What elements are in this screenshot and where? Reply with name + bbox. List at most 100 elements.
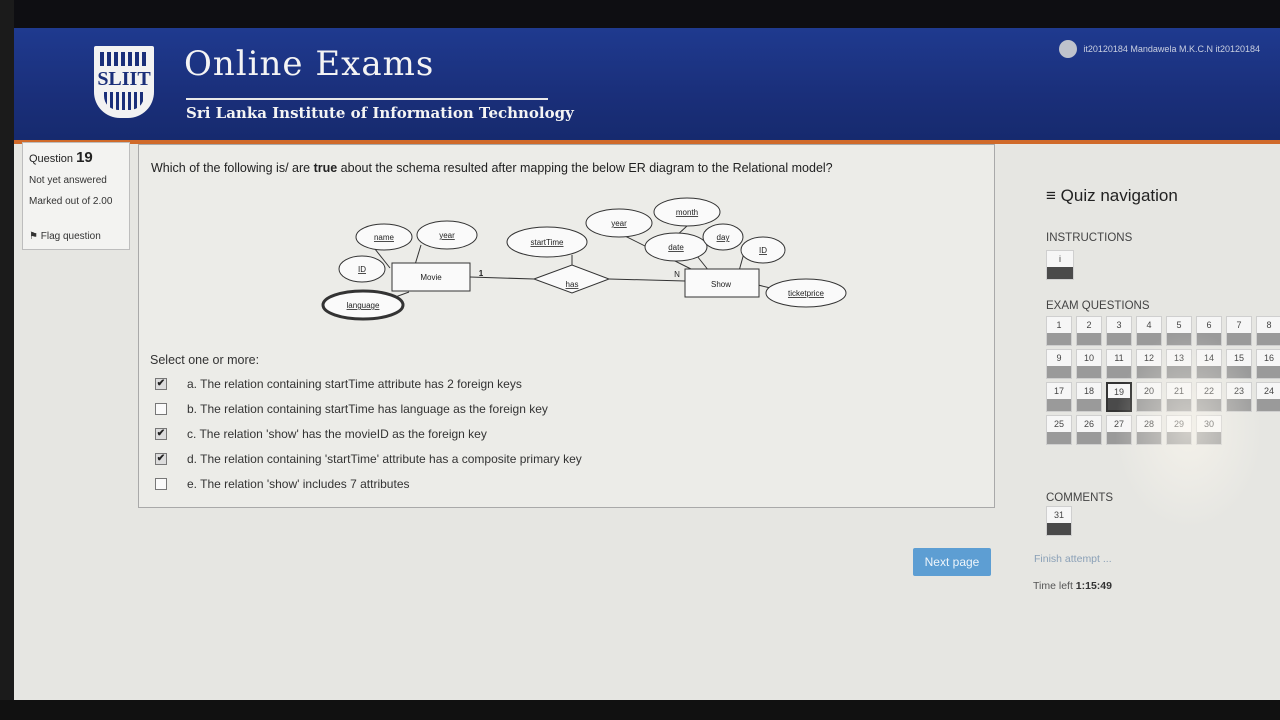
answer-option-label: a. The relation containing startTime att… xyxy=(187,377,522,391)
question-nav-button[interactable]: 28 xyxy=(1136,415,1162,445)
answer-checkbox[interactable]: ✔ xyxy=(155,428,167,440)
select-instruction: Select one or more: xyxy=(150,353,260,367)
attr-day-label: day xyxy=(717,233,730,242)
question-nav-button[interactable]: 4 xyxy=(1136,316,1162,346)
site-subtitle: Sri Lanka Institute of Information Techn… xyxy=(186,104,574,122)
question-number-value: 19 xyxy=(76,149,93,166)
question-nav-button[interactable]: 13 xyxy=(1166,349,1192,379)
question-nav-button[interactable]: 24 xyxy=(1256,382,1280,412)
question-text-bold: true xyxy=(313,161,338,175)
comments-label: COMMENTS xyxy=(1046,492,1114,504)
instructions-button[interactable]: i xyxy=(1046,250,1074,280)
question-nav-button[interactable]: 27 xyxy=(1106,415,1132,445)
question-nav-button[interactable]: 11 xyxy=(1106,349,1132,379)
attr-name-label: name xyxy=(374,233,395,242)
question-nav-button[interactable]: 9 xyxy=(1046,349,1072,379)
question-nav-button[interactable]: 21 xyxy=(1166,382,1192,412)
entity-show-label: Show xyxy=(711,280,731,289)
question-nav-button[interactable]: 2 xyxy=(1076,316,1102,346)
question-text: Which of the following is/ are true abou… xyxy=(151,161,981,175)
question-nav-button[interactable]: 12 xyxy=(1136,349,1162,379)
instructions-label: INSTRUCTIONS xyxy=(1046,232,1133,244)
question-nav-button[interactable]: 10 xyxy=(1076,349,1102,379)
question-nav-button[interactable]: 30 xyxy=(1196,415,1222,445)
question-content: Which of the following is/ are true abou… xyxy=(138,144,995,508)
browser-screen: SLIIT Online Exams Sri Lanka Institute o… xyxy=(14,0,1280,700)
answer-checkbox[interactable]: ✔ xyxy=(155,378,167,390)
question-nav-button[interactable]: 22 xyxy=(1196,382,1222,412)
question-nav-button[interactable]: 23 xyxy=(1226,382,1252,412)
question-info-panel: Question 19 Not yet answered Marked out … xyxy=(22,142,130,250)
answer-option[interactable]: ✔ d. The relation containing 'startTime' … xyxy=(155,452,582,466)
question-nav-button[interactable]: 8 xyxy=(1256,316,1280,346)
attr-month-label: month xyxy=(676,208,698,217)
question-nav-button[interactable]: 1 xyxy=(1046,316,1072,346)
question-state: Not yet answered xyxy=(29,175,107,186)
question-nav-button[interactable]: 26 xyxy=(1076,415,1102,445)
quiz-navigation-title: ≡ Quiz navigation xyxy=(1046,186,1178,206)
er-diagram: Movie Show has 1 N name year ID language… xyxy=(321,197,847,321)
question-nav-button[interactable]: 3 xyxy=(1106,316,1132,346)
question-nav-button[interactable]: 25 xyxy=(1046,415,1072,445)
attr-show-id-label: ID xyxy=(759,246,767,255)
answer-option[interactable]: ✔ a. The relation containing startTime at… xyxy=(155,377,522,391)
cardinality-movie: 1 xyxy=(479,269,484,278)
answer-checkbox[interactable] xyxy=(155,403,167,415)
title-divider xyxy=(186,98,548,100)
question-label: Question xyxy=(29,153,74,165)
cardinality-show: N xyxy=(674,270,680,279)
answer-option[interactable]: e. The relation 'show' includes 7 attrib… xyxy=(155,477,410,491)
attr-movie-id-label: ID xyxy=(358,265,366,274)
attr-language-label: language xyxy=(347,301,380,310)
answer-option[interactable]: b. The relation containing startTime has… xyxy=(155,402,548,416)
answer-checkbox[interactable] xyxy=(155,478,167,490)
question-nav-button[interactable]: 19 xyxy=(1106,382,1132,412)
question-number: Question 19 xyxy=(29,149,93,166)
exam-questions-grid: 1 2 3 4 5 6 7 8 9 10 11 12 13 14 15 16 17 18 19 20 21 22 23 24 2… xyxy=(1046,316,1280,445)
answer-option-label: e. The relation 'show' includes 7 attrib… xyxy=(187,477,410,491)
user-name: it20120184 Mandawela M.K.C.N it20120184 xyxy=(1083,44,1260,54)
question-nav-button[interactable]: 5 xyxy=(1166,316,1192,346)
finish-attempt-link[interactable]: Finish attempt ... xyxy=(1034,553,1112,565)
question-marks: Marked out of 2.00 xyxy=(29,196,113,207)
question-nav-button[interactable]: 20 xyxy=(1136,382,1162,412)
question-text-start: Which of the following is/ are xyxy=(151,161,314,175)
question-text-end: about the schema resulted after mapping … xyxy=(337,161,833,175)
flag-icon: ⚑ xyxy=(29,231,38,242)
user-menu[interactable]: it20120184 Mandawela M.K.C.N it20120184 xyxy=(1059,40,1260,58)
avatar-icon xyxy=(1059,40,1078,58)
question-nav-button[interactable]: 18 xyxy=(1076,382,1102,412)
answer-option-label: b. The relation containing startTime has… xyxy=(187,402,548,416)
attr-date-label: date xyxy=(668,243,684,252)
monitor-bezel xyxy=(0,700,1280,720)
flag-question-label: Flag question xyxy=(40,231,101,242)
question-nav-button[interactable]: 14 xyxy=(1196,349,1222,379)
question-nav-button[interactable]: 15 xyxy=(1226,349,1252,379)
relationship-has-label: has xyxy=(566,280,579,289)
logo-text: SLIIT xyxy=(97,68,151,90)
entity-movie-label: Movie xyxy=(420,273,442,282)
top-bar xyxy=(14,0,1280,28)
answer-checkbox[interactable]: ✔ xyxy=(155,453,167,465)
next-page-button[interactable]: Next page xyxy=(913,548,991,576)
site-title[interactable]: Online Exams xyxy=(184,44,434,84)
attr-show-year-label: year xyxy=(611,219,627,228)
instructions-grid: i xyxy=(1046,250,1280,280)
question-nav-button[interactable]: 6 xyxy=(1196,316,1222,346)
comments-grid: 31 xyxy=(1046,506,1280,536)
quiz-navigation-label: Quiz navigation xyxy=(1060,186,1178,205)
question-nav-button[interactable]: 29 xyxy=(1166,415,1192,445)
time-left-value: 1:15:49 xyxy=(1075,580,1112,592)
menu-icon: ≡ xyxy=(1046,186,1056,205)
question-nav-button[interactable]: 17 xyxy=(1046,382,1072,412)
comment-nav-button[interactable]: 31 xyxy=(1046,506,1072,536)
answer-option[interactable]: ✔ c. The relation 'show' has the movieID … xyxy=(155,427,487,441)
question-nav-button[interactable]: 7 xyxy=(1226,316,1252,346)
time-left: Time left 1:15:49 xyxy=(1033,580,1112,592)
attr-ticketprice-label: ticketprice xyxy=(788,289,825,298)
sliit-logo[interactable]: SLIIT xyxy=(94,46,154,118)
flag-question-button[interactable]: ⚑ Flag question xyxy=(29,231,101,242)
attr-movie-year-label: year xyxy=(439,231,455,240)
question-nav-button[interactable]: 16 xyxy=(1256,349,1280,379)
time-left-label: Time left xyxy=(1033,580,1073,592)
